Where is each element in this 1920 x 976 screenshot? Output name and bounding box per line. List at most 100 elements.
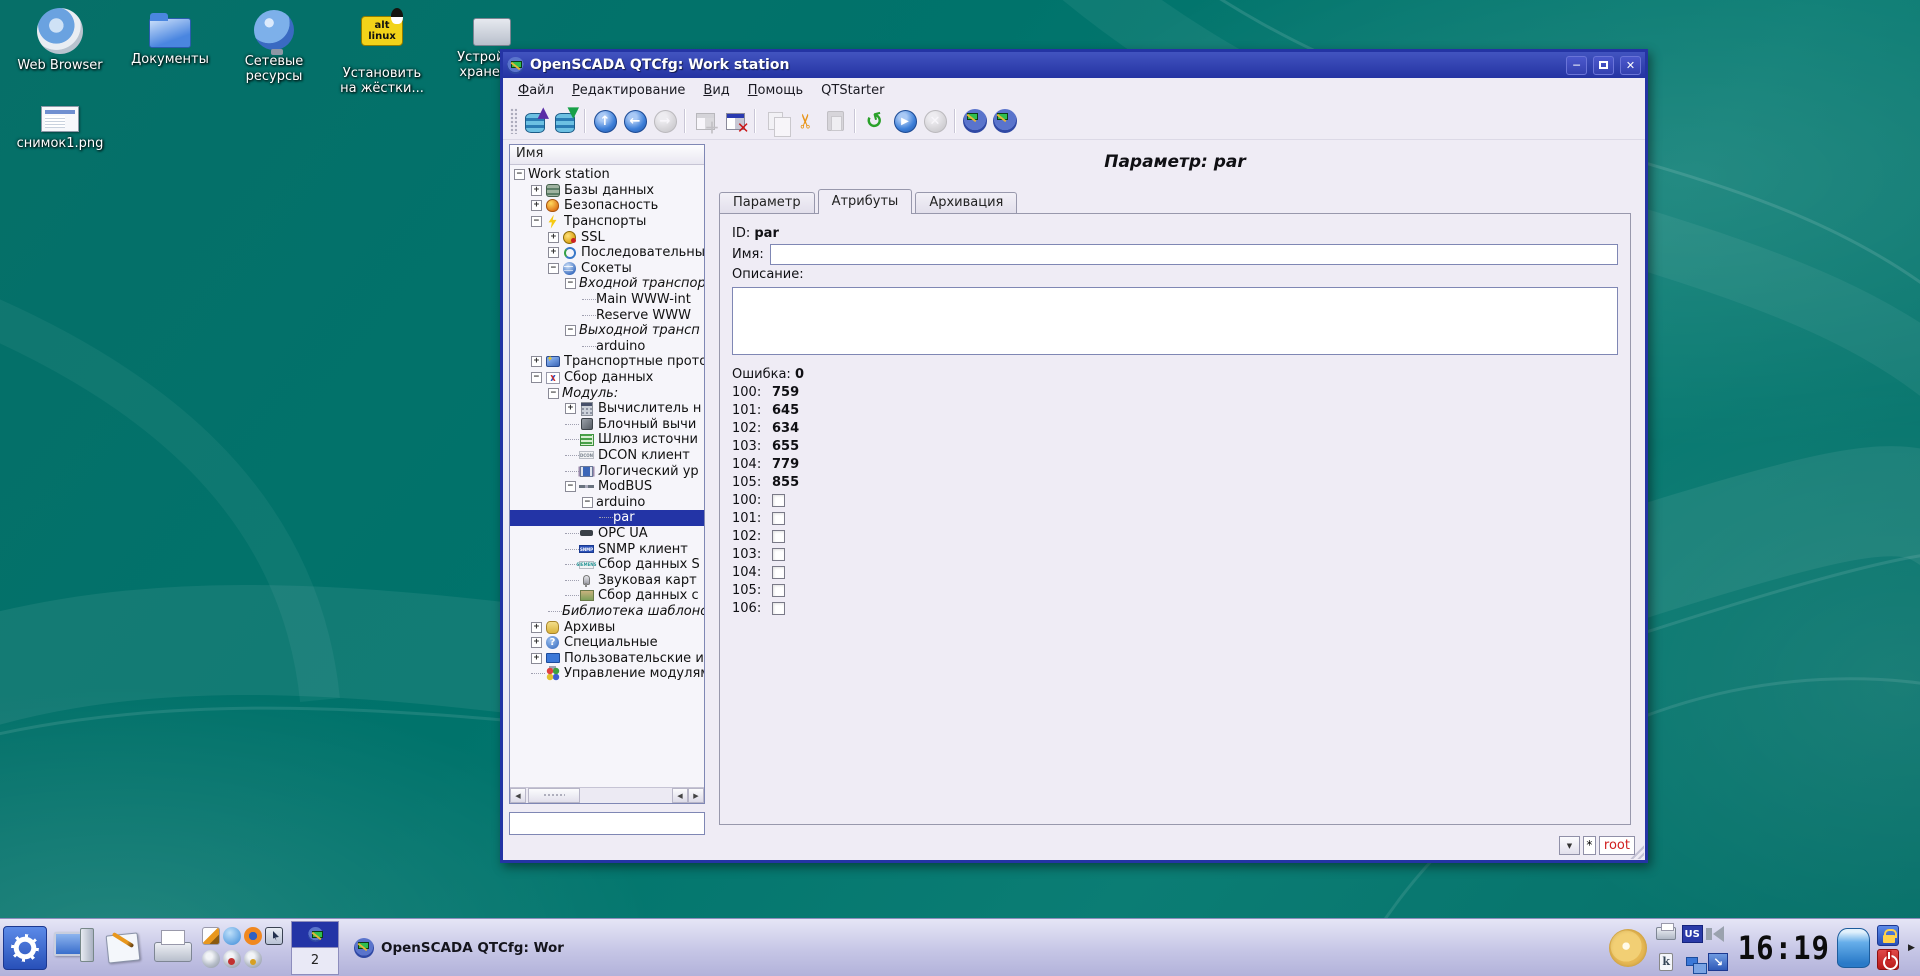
tree-item-main-www-int[interactable]: Main WWW-int	[510, 292, 704, 308]
tree-expander-icon[interactable]: +	[531, 185, 542, 196]
tree-horizontal-scrollbar[interactable]: ◀ ◀ ▶	[510, 787, 704, 803]
start-icon[interactable]: ▶	[890, 106, 920, 136]
tree-item-пользовательские-и[interactable]: +Пользовательские и	[510, 650, 704, 666]
tree-item-базы-данных[interactable]: +Базы данных	[510, 183, 704, 199]
tree-expander-icon[interactable]: −	[548, 263, 559, 274]
refresh-icon[interactable]: ↺	[860, 106, 890, 136]
tree-item-snmp-клиент[interactable]: SNMPSNMP клиент	[510, 541, 704, 557]
menu-item-файл[interactable]: Файл	[509, 80, 563, 101]
tree-item-par[interactable]: par	[510, 510, 704, 526]
desktop-icon-install-to-hdd[interactable]: alt linuxУстановить на жёстки...	[330, 8, 434, 96]
cd-burner-tray-icon[interactable]	[1609, 929, 1647, 967]
tree-expander-icon[interactable]: +	[565, 403, 576, 414]
tree-item-dcon-клиент[interactable]: DCONDCON клиент	[510, 448, 704, 464]
tree-item-блочный-вычи[interactable]: Блочный вычи	[510, 417, 704, 433]
tree-expander-icon[interactable]: +	[531, 653, 542, 664]
tab-архивация[interactable]: Архивация	[915, 192, 1017, 213]
tree-filter-input[interactable]	[509, 812, 705, 835]
up-icon[interactable]: ↑	[590, 106, 620, 136]
drive-icon[interactable]	[202, 950, 220, 968]
network-monitor-icon[interactable]	[1686, 957, 1698, 966]
tree-item-транспортные-прото[interactable]: +Транспортные прото	[510, 354, 704, 370]
tree-expander-icon[interactable]: −	[582, 497, 593, 508]
tree-expander-icon[interactable]: +	[548, 247, 559, 258]
tree-expander-icon[interactable]: −	[531, 216, 542, 227]
tree-item-сбор-данных-s[interactable]: SIEMENSСбор данных S	[510, 557, 704, 573]
pager-desktop-2[interactable]: 2	[292, 948, 338, 974]
k-menu-button[interactable]	[3, 926, 47, 970]
menu-item-редактирование[interactable]: Редактирование	[563, 80, 694, 101]
attribute-checkbox[interactable]	[772, 602, 785, 615]
notes-icon[interactable]	[103, 926, 145, 970]
name-input[interactable]	[770, 244, 1618, 265]
tree-item-безопасность[interactable]: +Безопасность	[510, 198, 704, 214]
terminal-icon[interactable]	[265, 927, 283, 945]
maximize-button[interactable]	[1593, 56, 1614, 75]
tree-expander-icon[interactable]: +	[531, 622, 542, 633]
tree-item-логический-ур[interactable]: Логический ур	[510, 463, 704, 479]
tree-item-work-station[interactable]: −Work station	[510, 167, 704, 183]
qtstarter-tools-icon[interactable]	[990, 106, 1020, 136]
logout-icon[interactable]	[1877, 949, 1899, 970]
tree-expander-icon[interactable]: +	[548, 232, 559, 243]
minimize-button[interactable]: ─	[1566, 56, 1587, 75]
description-textarea[interactable]	[732, 287, 1618, 355]
tree-item-arduino[interactable]: −arduino	[510, 494, 704, 510]
tree-expander-icon[interactable]: −	[565, 325, 576, 336]
volume-icon[interactable]	[1713, 926, 1724, 942]
tree-item-ssl[interactable]: +SSL	[510, 229, 704, 245]
tree-item-сокеты[interactable]: −Сокеты	[510, 261, 704, 277]
attribute-checkbox[interactable]	[772, 548, 785, 561]
tree-item-шлюз-источни[interactable]: Шлюз источни	[510, 432, 704, 448]
editor-icon[interactable]	[202, 927, 220, 945]
tree-item-последовательны[interactable]: +Последовательны	[510, 245, 704, 261]
menu-item-вид[interactable]: Вид	[694, 80, 738, 101]
tree-item-сбор-данных-с[interactable]: Сбор данных с	[510, 588, 704, 604]
tree-expander-icon[interactable]: +	[531, 200, 542, 211]
tree-item-управление-модулям[interactable]: Управление модулям	[510, 666, 704, 682]
firefox-icon[interactable]	[244, 927, 262, 945]
close-button[interactable]: ✕	[1620, 56, 1641, 75]
my-computer-icon[interactable]	[54, 926, 96, 970]
burner-icon[interactable]	[244, 950, 262, 968]
desktop-icon-web-browser[interactable]: Web Browser	[8, 8, 112, 73]
tree-item-транспорты[interactable]: −Транспорты	[510, 214, 704, 230]
menu-item-помощь[interactable]: Помощь	[739, 80, 812, 101]
keyboard-layout-indicator[interactable]: US	[1682, 925, 1703, 943]
attribute-checkbox[interactable]	[772, 530, 785, 543]
scroll-left-icon[interactable]: ◀	[510, 788, 526, 803]
tree-item-звуковая-карт[interactable]: Звуковая карт	[510, 572, 704, 588]
tree-expander-icon[interactable]: −	[514, 169, 525, 180]
taskbar-clock[interactable]: 16:19	[1738, 929, 1830, 966]
klipper-icon[interactable]: k	[1659, 953, 1673, 971]
drive-usage-icon[interactable]	[223, 950, 241, 968]
tree-expander-icon[interactable]: −	[565, 278, 576, 289]
tree-item-архивы[interactable]: +Архивы	[510, 619, 704, 635]
cut-icon[interactable]: ✂	[790, 106, 820, 136]
back-icon[interactable]: ←	[620, 106, 650, 136]
tree-item-arduino[interactable]: arduino	[510, 339, 704, 355]
load-from-db-icon[interactable]: ▲	[520, 106, 550, 136]
scroll-left-icon[interactable]: ◀	[672, 788, 688, 803]
pager-desktop-1[interactable]	[292, 922, 338, 949]
tree-item-вычислитель-н[interactable]: +Вычислитель н	[510, 401, 704, 417]
menu-item-qtstarter[interactable]: QTStarter	[812, 80, 893, 101]
attribute-checkbox[interactable]	[772, 512, 785, 525]
tree-header[interactable]: Имя	[510, 145, 704, 165]
tab-параметр[interactable]: Параметр	[719, 192, 815, 213]
tree-expander-icon[interactable]: −	[548, 388, 559, 399]
tree-expander-icon[interactable]: −	[565, 481, 576, 492]
tree-expander-icon[interactable]: +	[531, 356, 542, 367]
attribute-checkbox[interactable]	[772, 566, 785, 579]
user-combo-dropdown[interactable]: ▼	[1559, 836, 1580, 855]
tree-item-библиотека-шаблоно[interactable]: Библиотека шаблоно	[510, 604, 704, 620]
tree-item-выходной-трансп[interactable]: −Выходной трансп	[510, 323, 704, 339]
desktop-icon-documents[interactable]: Документы	[118, 8, 222, 67]
scrollbar-track[interactable]	[580, 788, 672, 803]
tree-item-reserve-www[interactable]: Reserve WWW	[510, 307, 704, 323]
panel-hide-arrow[interactable]: ▶	[1906, 924, 1917, 972]
attribute-checkbox[interactable]	[772, 584, 785, 597]
qtstarter-config-icon[interactable]	[960, 106, 990, 136]
window-titlebar[interactable]: OpenSCADA QTCfg: Work station ─ ✕	[503, 52, 1645, 78]
tree-item-модуль-[interactable]: −Модуль:	[510, 385, 704, 401]
